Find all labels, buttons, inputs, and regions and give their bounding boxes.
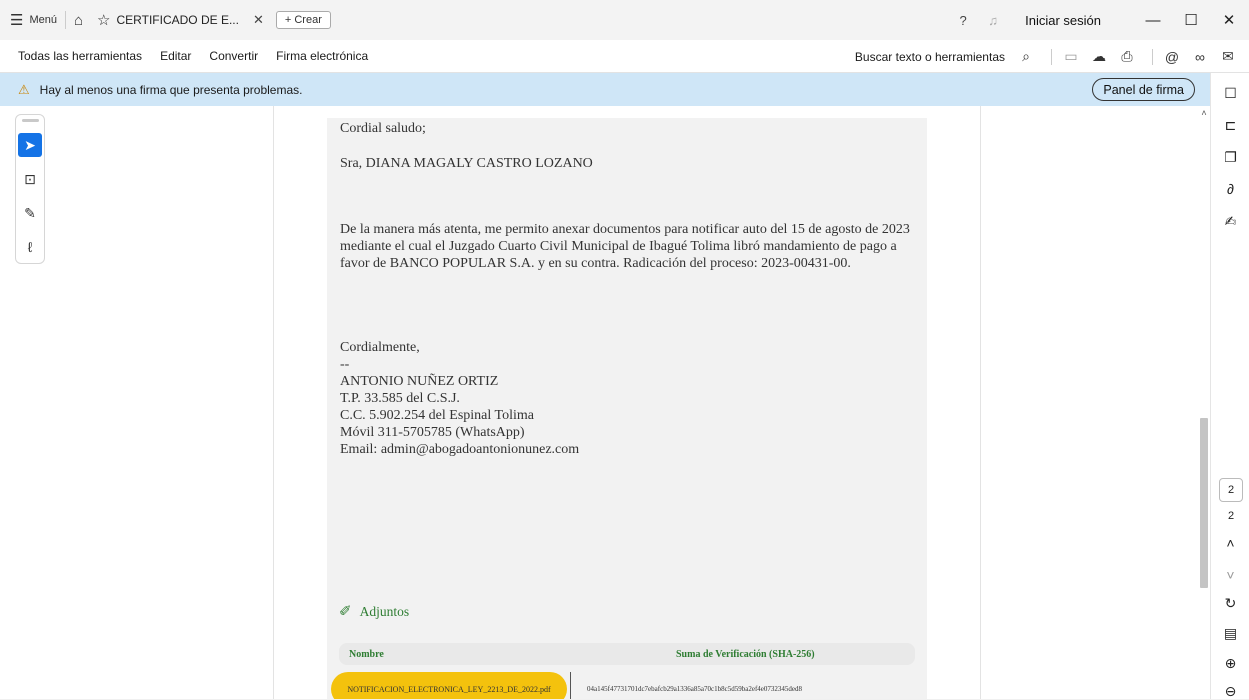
help-icon[interactable]: ? (955, 13, 971, 28)
add-comment-icon[interactable]: ⊡ (18, 167, 42, 191)
signature-warning-banner: ⚠ Hay al menos una firma que presenta pr… (0, 73, 1210, 106)
upload-cloud-icon[interactable]: ☁ (1088, 48, 1110, 65)
tab-title: CERTIFICADO DE E... (116, 13, 239, 27)
document-viewer[interactable]: Cordial saludo; Sra, DIANA MAGALY CASTRO… (274, 106, 980, 699)
edit-menu[interactable]: Editar (160, 49, 191, 63)
recipient-text: Sra, DIANA MAGALY CASTRO LOZANO (340, 156, 593, 171)
comment-icon[interactable]: ☐ (1211, 85, 1249, 102)
rotate-icon[interactable]: ↻ (1211, 595, 1249, 612)
search-tools-label[interactable]: Buscar texto o herramientas (855, 50, 1005, 64)
home-icon[interactable]: ⌂ (74, 12, 83, 29)
body-paragraph: De la manera más atenta, me permito anex… (340, 222, 910, 271)
divider (1152, 48, 1153, 65)
closing-text: Cordialmente, (340, 340, 420, 355)
signature-phone: Móvil 311-5705785 (WhatsApp) (340, 425, 525, 440)
scrollbar-thumb[interactable] (1200, 418, 1208, 588)
create-button[interactable]: + Crear (275, 11, 331, 29)
sign-in-button[interactable]: Iniciar sesión (1025, 13, 1101, 28)
page-fit-icon[interactable]: ▤ (1211, 625, 1249, 642)
attachments-heading: ✐ Adjuntos (339, 602, 409, 621)
signature-warning-icon: ⚠ (18, 81, 30, 97)
maximize-icon[interactable]: ☐ (1173, 11, 1209, 29)
menu-button[interactable]: ☰ Menú (10, 11, 57, 29)
scroll-up-icon[interactable]: ˄ (1198, 108, 1210, 118)
greeting-text: Cordial saludo; (340, 121, 426, 136)
convert-menu[interactable]: Convertir (209, 49, 258, 63)
attachments-table-header: Nombre Suma de Verificación (SHA-256) (339, 643, 915, 665)
page-down-icon[interactable]: ˅ (1211, 567, 1249, 583)
banner-message: Hay al menos una firma que presenta prob… (39, 82, 303, 97)
vertical-scrollbar[interactable]: ˄ (1198, 106, 1210, 699)
signature-email: Email: admin@abogadoantonionunez.com (340, 442, 580, 457)
divider (64, 11, 66, 29)
zoom-out-icon[interactable]: ⊖ (1211, 683, 1249, 700)
menu-label: Menú (29, 14, 57, 26)
document-tab[interactable]: ☆ CERTIFICADO DE E... ✕ (97, 11, 264, 29)
paperclip-icon: ✐ (339, 604, 352, 620)
draw-icon[interactable]: ℓ (18, 235, 42, 259)
highlight-pen-icon[interactable]: ✎ (18, 201, 42, 225)
column-name-header: Nombre (349, 649, 384, 660)
close-window-icon[interactable]: ✕ (1211, 11, 1247, 29)
share-user-icon[interactable]: @ (1161, 49, 1183, 65)
column-checksum-header: Suma de Verificación (SHA-256) (676, 649, 815, 660)
attachment-hash: 04a145f47731701dc7ebafcb29a1336a85a70c1b… (587, 685, 802, 693)
viewer-margin (980, 106, 1210, 699)
hamburger-icon: ☰ (10, 12, 24, 29)
signature-separator: -- (340, 357, 350, 372)
star-icon[interactable]: ☆ (97, 11, 110, 29)
right-tool-rail: ☐ ⊏ ❐ ∂ ✍ ˄ ˅ ↻ ▤ ⊕ ⊖ (1210, 73, 1249, 699)
link-icon[interactable]: ∞ (1189, 49, 1211, 65)
divider (1051, 48, 1052, 65)
main-toolbar: Todas las herramientas Editar Convertir … (0, 40, 1249, 73)
all-tools-menu[interactable]: Todas las herramientas (18, 49, 142, 63)
search-icon[interactable]: ⌕ (1015, 48, 1037, 65)
current-page-input[interactable]: 2 (1219, 478, 1243, 502)
attachments-label: Adjuntos (359, 603, 410, 619)
left-panel: ➤ ⊡ ✎ ℓ (0, 106, 274, 699)
title-bar: ☰ Menú ⌂ ☆ CERTIFICADO DE E... ✕ + Crear… (0, 0, 1249, 40)
column-divider (570, 672, 571, 699)
mail-icon[interactable]: ✉ (1217, 48, 1239, 65)
drag-handle[interactable] (22, 119, 39, 122)
attachment-icon[interactable]: ∂ (1211, 181, 1249, 197)
minimize-icon[interactable]: — (1135, 12, 1171, 29)
sign-icon[interactable]: ✍ (1211, 213, 1249, 230)
bookmark-icon[interactable]: ⊏ (1211, 117, 1249, 134)
select-cursor-icon[interactable]: ➤ (18, 133, 42, 157)
pages-icon[interactable]: ❐ (1211, 149, 1249, 166)
signature-cc: C.C. 5.902.254 del Espinal Tolima (340, 408, 534, 423)
signature-panel-button[interactable]: Panel de firma (1092, 78, 1195, 101)
quick-tools: ➤ ⊡ ✎ ℓ (15, 114, 45, 264)
zoom-in-icon[interactable]: ⊕ (1211, 655, 1249, 672)
page-up-icon[interactable]: ˄ (1211, 535, 1249, 551)
total-pages: 2 (1227, 510, 1235, 522)
signature-tp: T.P. 33.585 del C.S.J. (340, 391, 460, 406)
bell-icon[interactable]: ♫ (985, 13, 1001, 28)
save-icon[interactable]: ▭ (1060, 48, 1082, 65)
e-signature-menu[interactable]: Firma electrónica (276, 49, 368, 63)
signature-name: ANTONIO NUÑEZ ORTIZ (340, 374, 499, 389)
attachment-file-link[interactable]: NOTIFICACION_ELECTRONICA_LEY_2213_DE_202… (331, 672, 567, 699)
close-tab-icon[interactable]: ✕ (253, 12, 264, 28)
print-icon[interactable]: ⎙ (1116, 48, 1138, 65)
document-page: Cordial saludo; Sra, DIANA MAGALY CASTRO… (327, 118, 927, 699)
table-row: NOTIFICACION_ELECTRONICA_LEY_2213_DE_202… (331, 672, 915, 699)
